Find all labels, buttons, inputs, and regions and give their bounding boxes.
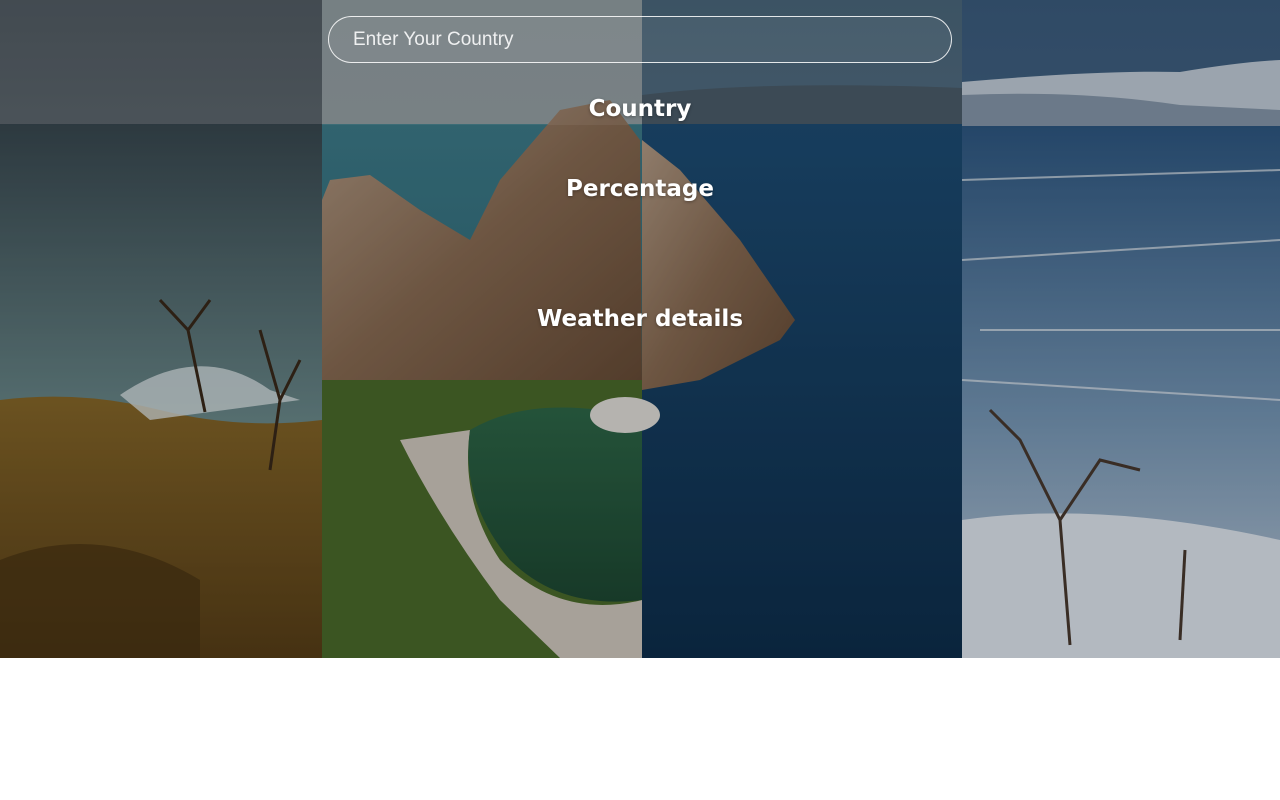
background-collage: Country Percentage Weather details [0,0,1280,658]
weather-details-heading: Weather details [536,306,744,332]
country-search-input[interactable] [329,17,951,62]
page-blank-area [0,658,1280,800]
search-field-wrapper [328,16,952,63]
percentage-heading: Percentage [566,176,714,202]
country-heading: Country [588,96,692,122]
